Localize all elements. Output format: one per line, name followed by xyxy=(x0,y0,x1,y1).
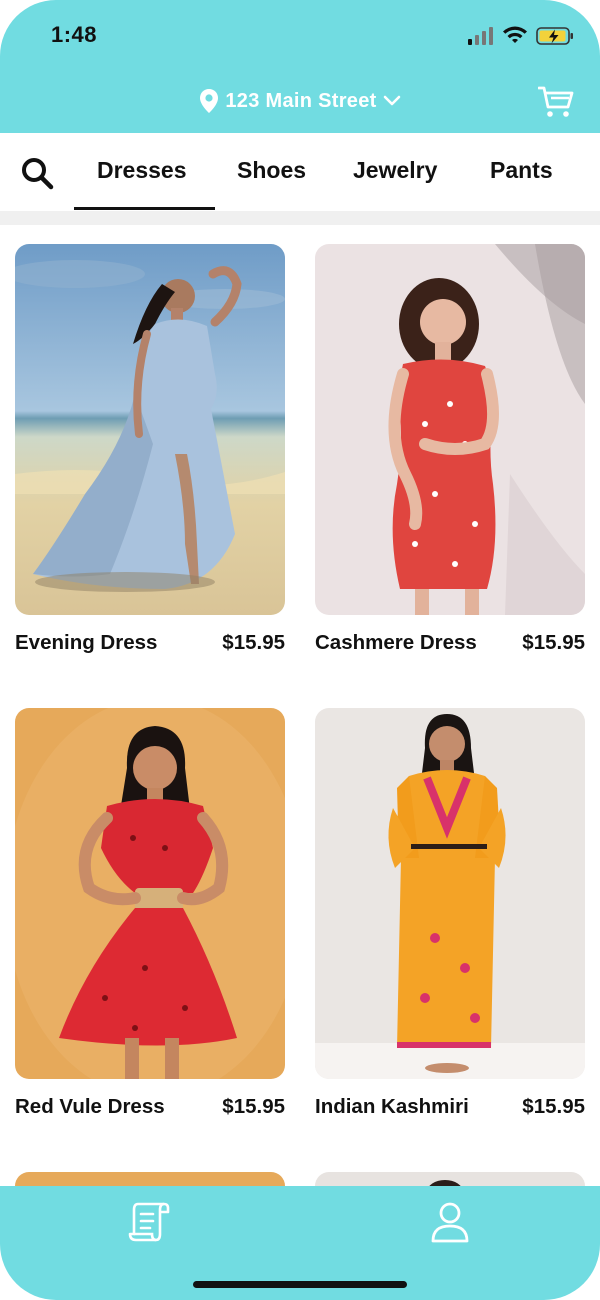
product-info: Cashmere Dress $15.95 xyxy=(315,631,585,655)
bottom-nav xyxy=(0,1186,600,1300)
product-image[interactable] xyxy=(15,244,285,615)
product-info: Evening Dress $15.95 xyxy=(15,631,285,655)
cart-button[interactable] xyxy=(537,84,574,120)
header: 1:48 123 Main Street xyxy=(0,0,600,133)
product-name: Evening Dress xyxy=(15,631,158,654)
nav-profile[interactable] xyxy=(428,1200,472,1244)
map-pin-icon xyxy=(200,89,219,113)
product-name: Indian Kashmiri xyxy=(315,1095,469,1118)
product-info: Indian Kashmiri $15.95 xyxy=(315,1095,585,1119)
product-name: Red Vule Dress xyxy=(15,1095,165,1118)
product-info: Red Vule Dress $15.95 xyxy=(15,1095,285,1119)
search-icon xyxy=(22,158,54,190)
app-screen: 1:48 123 Main Street Dresses Shoes Jewel… xyxy=(0,0,600,1300)
status-icons xyxy=(468,25,574,47)
tab-dresses[interactable]: Dresses xyxy=(97,157,187,184)
product-card-evening-dress[interactable]: Evening Dress $15.95 xyxy=(15,244,285,655)
product-price: $15.95 xyxy=(522,631,585,654)
home-indicator[interactable] xyxy=(193,1281,407,1288)
product-price: $15.95 xyxy=(222,631,285,654)
product-card-indian-kashmiri[interactable]: Indian Kashmiri $15.95 xyxy=(315,708,585,1119)
search-button[interactable] xyxy=(20,156,56,192)
product-price: $15.95 xyxy=(522,1095,585,1118)
tab-shoes[interactable]: Shoes xyxy=(237,157,306,184)
battery-icon xyxy=(536,27,573,45)
cart-icon xyxy=(537,86,574,117)
status-time: 1:48 xyxy=(51,22,98,47)
product-card-red-vule-dress[interactable]: Red Vule Dress $15.95 xyxy=(15,708,285,1119)
category-tabs: Dresses Shoes Jewelry Pants xyxy=(0,133,600,211)
tab-jewelry[interactable]: Jewelry xyxy=(353,157,437,184)
receipt-icon xyxy=(128,1202,170,1242)
chevron-down-icon xyxy=(383,95,400,106)
nav-orders[interactable] xyxy=(126,1200,170,1244)
signal-icon xyxy=(468,27,493,45)
location-selector[interactable]: 123 Main Street xyxy=(0,88,600,114)
tab-selected-indicator xyxy=(74,207,215,210)
tab-pants[interactable]: Pants xyxy=(490,157,553,184)
section-divider xyxy=(0,211,600,225)
profile-icon xyxy=(431,1202,469,1243)
product-card-cashmere-dress[interactable]: Cashmere Dress $15.95 xyxy=(315,244,585,655)
location-label: 123 Main Street xyxy=(225,89,377,112)
product-image[interactable] xyxy=(315,708,585,1079)
wifi-icon xyxy=(503,26,527,43)
product-image[interactable] xyxy=(315,244,585,615)
product-price: $15.95 xyxy=(222,1095,285,1118)
product-name: Cashmere Dress xyxy=(315,631,477,654)
product-image[interactable] xyxy=(15,708,285,1079)
